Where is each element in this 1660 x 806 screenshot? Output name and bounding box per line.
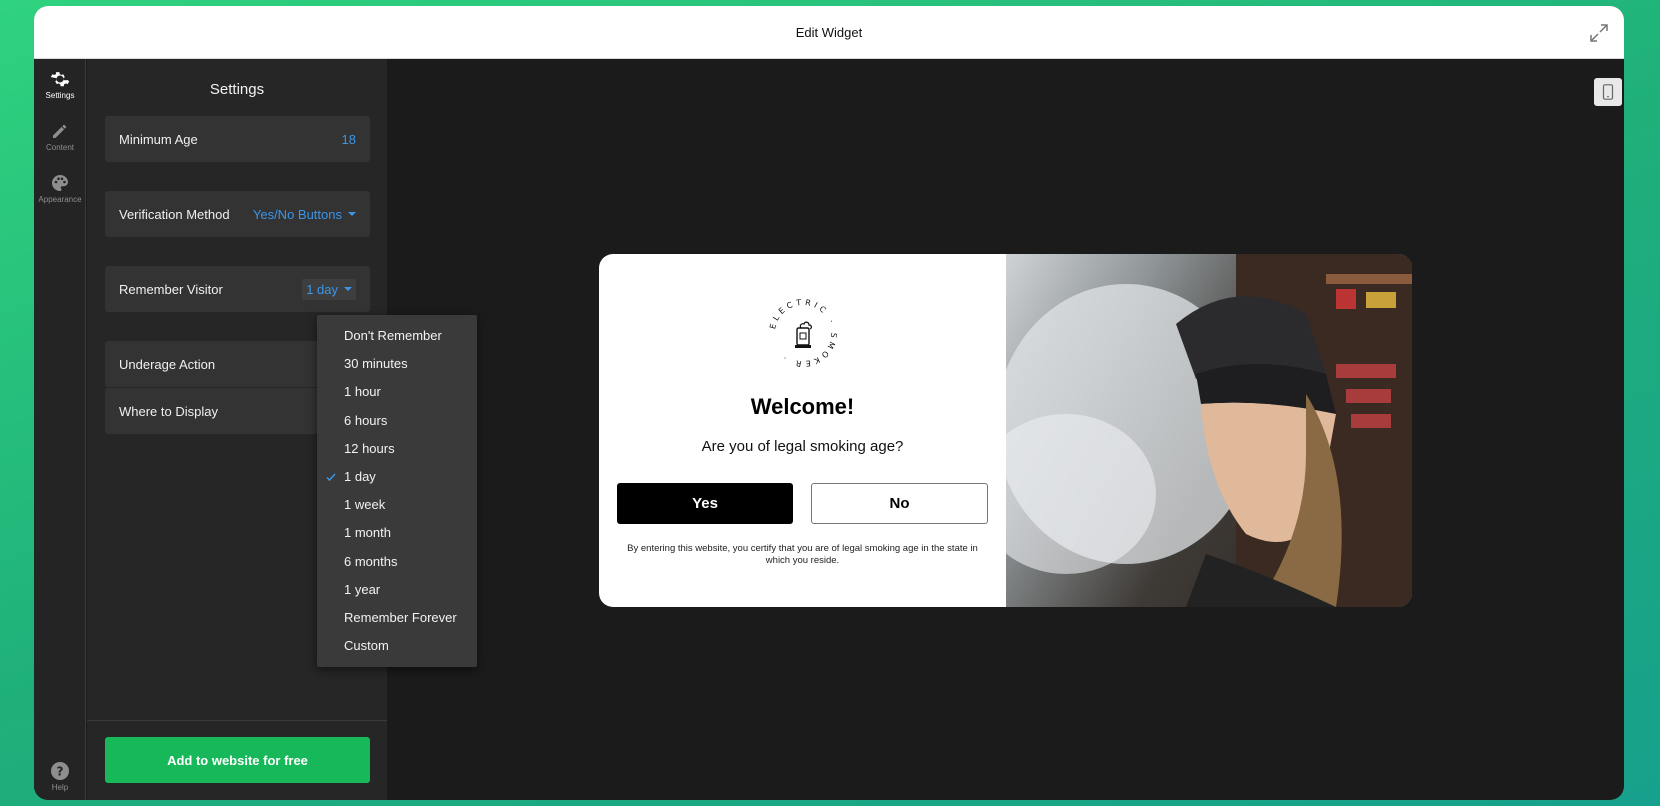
dropdown-option[interactable]: Remember Forever (317, 604, 477, 632)
panel-footer: Add to website for free (87, 720, 387, 800)
rail-item-settings[interactable]: Settings (34, 69, 86, 100)
verification-method-row[interactable]: Verification Method Yes/No Buttons (105, 191, 370, 237)
no-button[interactable]: No (811, 483, 988, 524)
option-label: 1 day (344, 468, 376, 484)
dropdown-option[interactable]: 6 hours (317, 407, 477, 435)
remember-visitor-dropdown: Don't Remember 30 minutes 1 hour 6 hours… (317, 315, 477, 667)
verification-method-value: Yes/No Buttons (252, 206, 342, 222)
dropdown-option[interactable]: 1 month (317, 519, 477, 547)
popup-content: ELECTRIC · SMOKER · Welcome! Are you of … (599, 254, 1006, 607)
add-to-website-button[interactable]: Add to website for free (105, 737, 370, 783)
dropdown-option[interactable]: Custom (317, 632, 477, 660)
gear-icon (50, 72, 70, 87)
yes-button[interactable]: Yes (617, 483, 793, 524)
dropdown-option[interactable]: 30 minutes (317, 350, 477, 378)
popup-question: Are you of legal smoking age? (701, 438, 904, 455)
chevron-down-icon (348, 212, 356, 216)
rail-label-appearance: Appearance (38, 195, 82, 204)
popup-heading: Welcome! (750, 394, 855, 419)
verification-method-select[interactable]: Yes/No Buttons (253, 207, 356, 222)
rail-item-help[interactable]: ? Help (34, 761, 86, 792)
dropdown-option[interactable]: 1 week (317, 491, 477, 519)
help-icon: ? (51, 762, 69, 780)
dropdown-option[interactable]: 12 hours (317, 435, 477, 463)
option-label: 1 month (344, 525, 391, 541)
chevron-down-icon (344, 287, 352, 291)
option-label: 1 hour (344, 384, 381, 400)
minimum-age-value[interactable]: 18 (342, 132, 356, 147)
underage-action-label: Underage Action (119, 356, 216, 372)
popup-photo (1006, 254, 1412, 607)
option-label: 1 week (344, 497, 386, 513)
option-label: Don't Remember (344, 328, 442, 343)
remember-visitor-row[interactable]: Remember Visitor 1 day (105, 266, 370, 312)
verification-method-label: Verification Method (119, 206, 230, 222)
popup-disclaimer: By entering this website, you certify th… (627, 543, 978, 566)
editor-topbar: Edit Widget (34, 6, 1624, 59)
rail-item-appearance[interactable]: Appearance (34, 173, 86, 204)
where-to-display-label: Where to Display (119, 403, 218, 419)
option-label: Custom (344, 638, 389, 654)
option-label: 6 months (344, 553, 398, 569)
mobile-icon (1602, 84, 1614, 100)
rail-item-content[interactable]: Content (34, 121, 86, 152)
device-toggle-button[interactable] (1594, 78, 1622, 106)
dropdown-option[interactable]: Don't Remember (317, 322, 477, 350)
panel-title: Settings (209, 81, 265, 98)
option-label: 12 hours (344, 440, 395, 456)
rail-label-settings: Settings (45, 91, 75, 100)
checkmark-icon (326, 473, 336, 482)
option-label: Remember Forever (344, 609, 457, 625)
dropdown-option-selected[interactable]: 1 day (317, 463, 477, 491)
minimum-age-label: Minimum Age (119, 131, 198, 147)
svg-text:?: ? (57, 765, 64, 779)
page-title: Edit Widget (795, 24, 863, 40)
editor-window: Edit Widget Settings Content Appearance … (34, 6, 1624, 800)
remember-visitor-select[interactable]: 1 day (302, 278, 356, 300)
dropdown-option[interactable]: 1 hour (317, 378, 477, 406)
option-label: 1 year (344, 581, 381, 597)
dropdown-option[interactable]: 1 year (317, 576, 477, 604)
sidebar-rail: Settings Content Appearance ? Help (34, 59, 86, 800)
rail-label-content: Content (45, 143, 75, 152)
option-label: 30 minutes (344, 356, 408, 372)
dropdown-option[interactable]: 6 months (317, 548, 477, 576)
remember-visitor-label: Remember Visitor (119, 281, 223, 297)
minimum-age-row[interactable]: Minimum Age 18 (105, 116, 370, 162)
remember-visitor-value: 1 day (306, 281, 338, 297)
pencil-icon (53, 124, 67, 138)
photo-illustration (1006, 254, 1412, 607)
age-verification-popup: ELECTRIC · SMOKER · Welcome! Are you of … (599, 254, 1412, 607)
option-label: 6 hours (344, 412, 388, 428)
rail-label-help: Help (51, 783, 69, 792)
palette-icon (52, 175, 68, 191)
expand-icon[interactable] (1586, 20, 1612, 46)
brand-logo: ELECTRIC · SMOKER · (768, 298, 835, 368)
